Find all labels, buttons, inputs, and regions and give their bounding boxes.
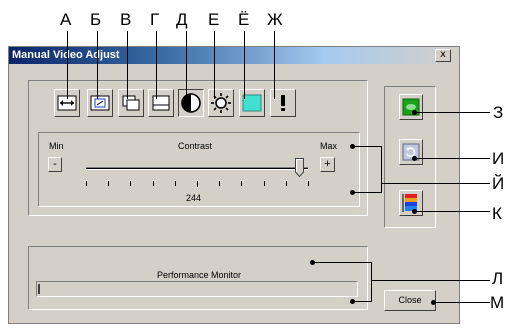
- callout-line-l-top: [312, 262, 372, 263]
- callout-letter-zh: Ж: [267, 10, 283, 29]
- callout-dot-l-bottom: [350, 299, 355, 304]
- slider-tick: [241, 181, 242, 186]
- callout-letter-i: И: [492, 149, 505, 168]
- slider-tick: [197, 181, 198, 187]
- callout-letter-k: К: [492, 204, 502, 223]
- callout-line-e: [214, 31, 215, 99]
- exclamation-icon: [281, 95, 285, 111]
- performance-label: Performance Monitor: [157, 270, 242, 280]
- position-button[interactable]: [87, 89, 113, 117]
- callout-dot-z: [412, 110, 417, 115]
- slider-value: 244: [186, 193, 202, 203]
- green-check-icon: [402, 98, 420, 116]
- frame-icon: [152, 95, 170, 111]
- slider-tick: [108, 181, 109, 186]
- callout-line-d: [186, 31, 187, 99]
- slider-tick: [175, 181, 176, 186]
- callout-letter-iy: Й: [492, 174, 505, 193]
- slider-tick: [86, 181, 87, 186]
- slider-track[interactable]: [86, 167, 308, 170]
- contrast-button[interactable]: [178, 89, 204, 117]
- contrast-icon: [181, 93, 201, 113]
- callout-line-i: [414, 158, 490, 159]
- callout-letter-v: В: [120, 10, 132, 29]
- performance-bar: [36, 281, 358, 297]
- apply-button[interactable]: [399, 94, 423, 120]
- min-label: Min: [49, 141, 64, 151]
- color-button[interactable]: [239, 89, 265, 117]
- callout-dot-l-top: [310, 260, 315, 265]
- callout-letter-z: З: [493, 103, 504, 122]
- slider-thumb[interactable]: [295, 158, 305, 178]
- slider-tick: [308, 181, 309, 186]
- callout-dot-k: [412, 209, 417, 214]
- window-title: Manual Video Adjust: [12, 49, 120, 61]
- size-button[interactable]: [118, 89, 144, 117]
- callout-line-m: [433, 302, 490, 303]
- callout-line-zh: [274, 31, 275, 99]
- callout-line-iy-vertical: [381, 146, 382, 193]
- callout-line-k: [414, 211, 490, 212]
- callout-letter-e: Е: [208, 10, 220, 29]
- slider-name: Contrast: [178, 141, 213, 151]
- decrease-button[interactable]: -: [48, 157, 62, 172]
- close-icon[interactable]: x: [435, 49, 451, 62]
- close-button[interactable]: Close: [384, 290, 436, 311]
- max-label: Max: [320, 141, 338, 151]
- brightness-button[interactable]: [208, 89, 234, 117]
- callout-letter-m: М: [490, 293, 505, 312]
- callout-dot-iy-top: [350, 144, 355, 149]
- refresh-button[interactable]: [399, 139, 423, 165]
- callout-letter-yo: Ё: [238, 10, 250, 29]
- slider-tick: [130, 181, 131, 186]
- callout-line-l-bottom: [352, 301, 372, 302]
- increase-button[interactable]: +: [320, 157, 335, 172]
- slider-tick: [153, 181, 154, 186]
- slider-tick: [286, 181, 287, 186]
- callout-line-g: [156, 31, 157, 99]
- color-swatch-icon: [242, 94, 262, 112]
- callout-letter-b: Б: [90, 10, 102, 29]
- callout-letter-g: Г: [150, 10, 160, 29]
- frame-button[interactable]: [148, 89, 174, 117]
- resize-icon: [122, 95, 140, 111]
- slider-thumb-shape: [295, 158, 305, 178]
- color-bars-icon: [402, 194, 417, 212]
- color-bars-button[interactable]: [399, 190, 423, 216]
- position-icon: [90, 95, 110, 111]
- callout-letter-d: Д: [176, 10, 188, 29]
- callout-line-v: [127, 31, 128, 99]
- callout-dot-m: [431, 300, 436, 305]
- slider-tick: [264, 181, 265, 186]
- callout-letter-a: А: [60, 10, 72, 29]
- callout-line-iy-top: [352, 146, 382, 147]
- callout-dot-iy-bottom: [350, 190, 355, 195]
- callout-line-z: [414, 112, 490, 113]
- callout-line-b: [97, 31, 98, 99]
- callout-line-l: [371, 280, 490, 281]
- callout-line-yo: [244, 31, 245, 99]
- callout-line-iy-bottom: [352, 192, 382, 193]
- callout-line-l-vertical: [371, 262, 372, 302]
- callout-line-iy: [381, 183, 490, 184]
- slider-tick: [219, 181, 220, 186]
- callout-line-a: [67, 31, 68, 99]
- performance-bar-marker: [38, 284, 40, 294]
- callout-dot-i: [412, 156, 417, 161]
- callout-letter-l: Л: [492, 269, 504, 288]
